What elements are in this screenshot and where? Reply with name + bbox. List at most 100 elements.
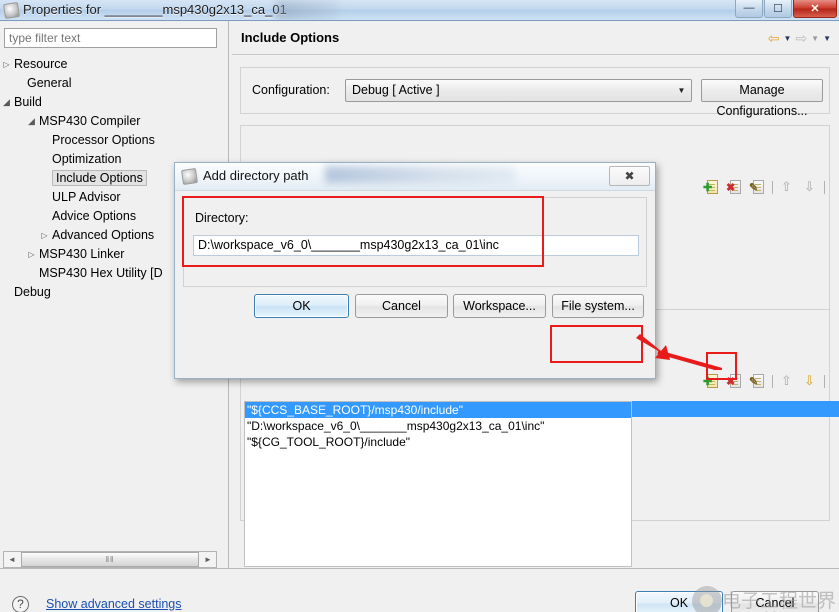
delete-icon[interactable]: ✖ — [726, 372, 744, 390]
sidebar-item-label: Debug — [14, 285, 51, 299]
tree-expanded-arrow-icon[interactable] — [26, 112, 37, 131]
cancel-button[interactable]: Cancel — [731, 591, 819, 612]
minimize-icon: — — [743, 2, 755, 14]
sidebar-item-label: Optimization — [52, 152, 122, 166]
configuration-row: Configuration: Debug [ Active ] ▼ Manage… — [240, 67, 830, 118]
add-icon[interactable]: ✚ — [703, 178, 721, 196]
add-icon-badge: ✚ — [703, 182, 713, 194]
move-up-icon[interactable]: ⇧ — [778, 372, 796, 390]
titlebar-blurred-region — [276, 1, 338, 20]
annotation-arrow — [636, 334, 722, 370]
back-arrow-icon[interactable]: ⇦ — [768, 30, 780, 46]
workspace-button[interactable]: Workspace... — [453, 294, 546, 318]
tree-collapsed-arrow-icon[interactable] — [26, 245, 37, 264]
sidebar-item-general[interactable]: General — [0, 74, 228, 93]
edit-icon-badge: ✎ — [749, 182, 759, 194]
toolbar-separator — [772, 180, 773, 194]
add-icon-badge: ✚ — [703, 376, 713, 388]
footer-divider — [0, 568, 839, 569]
maximize-icon: ☐ — [773, 3, 783, 15]
configuration-value: Debug [ Active ] — [352, 83, 440, 97]
directory-input[interactable]: D:\workspace_v6_0\_______msp430g2x13_ca_… — [193, 235, 639, 256]
page-header: Include Options ⇦ ▼ ⇨ ▼ ▼ — [232, 25, 839, 55]
window-title: Properties for ________msp430g2x13_ca_01 — [23, 2, 287, 17]
move-down-icon-glyph: ⇩ — [804, 179, 815, 194]
modal-ok-button[interactable]: OK — [254, 294, 349, 318]
modal-title: Add directory path — [203, 168, 309, 183]
include-path-row[interactable]: "${CG_TOOL_ROOT}/include" — [245, 434, 631, 450]
delete-icon[interactable]: ✖ — [726, 178, 744, 196]
tree-collapsed-arrow-icon[interactable] — [1, 55, 12, 74]
chevron-down-icon[interactable]: ▼ — [673, 81, 690, 100]
list-toolbar-upper: ✚ ✖ ✎ ⇧ ⇩ — [703, 178, 825, 196]
app-window: Properties for ________msp430g2x13_ca_01… — [0, 0, 839, 612]
scroll-left-icon[interactable]: ◄ — [4, 552, 20, 567]
file-system-button[interactable]: File system... — [552, 294, 644, 318]
minimize-button[interactable]: — — [735, 0, 763, 18]
move-up-icon-glyph: ⇧ — [781, 373, 792, 388]
sidebar-item-build[interactable]: Build — [0, 93, 228, 112]
sidebar-item-label: ULP Advisor — [52, 190, 121, 204]
move-up-icon[interactable]: ⇧ — [778, 178, 796, 196]
sidebar-item-label: Processor Options — [52, 133, 155, 147]
include-path-row[interactable]: "D:\workspace_v6_0\_______msp430g2x13_ca… — [245, 418, 631, 434]
window-controls: — ☐ ✕ — [735, 0, 837, 18]
add-icon[interactable]: ✚ — [703, 372, 721, 390]
list-toolbar-lower: ✚ ✖ ✎ ⇧ ⇩ — [703, 372, 825, 390]
maximize-button[interactable]: ☐ — [764, 0, 792, 18]
modal-button-row: OK Cancel Workspace... File system... — [175, 294, 655, 324]
back-dropdown-caret-icon[interactable]: ▼ — [784, 34, 792, 43]
directory-label: Directory: — [195, 211, 249, 225]
delete-icon-badge: ✖ — [726, 376, 736, 388]
sidebar-item-msp430-compiler[interactable]: MSP430 Compiler — [0, 112, 228, 131]
modal-titlebar-blurred-region — [325, 166, 515, 183]
configuration-select[interactable]: Debug [ Active ] ▼ — [345, 79, 692, 102]
toolbar-separator — [772, 374, 773, 388]
modal-titlebar: Add directory path ✖ — [175, 163, 655, 191]
sidebar-item-label: Include Options — [52, 170, 147, 186]
tree-expanded-arrow-icon[interactable] — [1, 93, 12, 112]
manage-configurations-button[interactable]: Manage Configurations... — [701, 79, 823, 118]
move-down-icon[interactable]: ⇩ — [801, 372, 819, 390]
sidebar-item-label: Advanced Options — [52, 228, 155, 242]
include-path-row[interactable]: "${CCS_BASE_ROOT}/msp430/include" — [245, 402, 631, 418]
ok-button[interactable]: OK — [635, 591, 723, 612]
app-icon — [3, 2, 20, 19]
toolbar-separator — [824, 374, 825, 388]
toolbar-separator — [824, 180, 825, 194]
sidebar-item-label: Advice Options — [52, 209, 137, 223]
sidebar-horizontal-scrollbar[interactable]: ◄ ‖‖ ► — [3, 551, 217, 568]
modal-app-icon — [181, 168, 198, 185]
modal-close-button[interactable]: ✖ — [609, 166, 650, 186]
delete-icon-badge: ✖ — [726, 182, 736, 194]
modal-cancel-button[interactable]: Cancel — [355, 294, 448, 318]
sidebar-item-label: MSP430 Compiler — [39, 114, 141, 128]
help-icon[interactable]: ? — [12, 596, 29, 612]
page-nav: ⇦ ▼ ⇨ ▼ ▼ — [768, 30, 831, 46]
forward-dropdown-caret-icon: ▼ — [811, 33, 820, 43]
include-paths-list[interactable]: "${CCS_BASE_ROOT}/msp430/include" "D:\wor… — [244, 401, 632, 567]
move-down-icon[interactable]: ⇩ — [801, 178, 819, 196]
show-advanced-settings-link[interactable]: Show advanced settings — [46, 597, 182, 611]
tree-collapsed-arrow-icon[interactable] — [39, 226, 50, 245]
filter-input[interactable] — [4, 28, 217, 48]
window-titlebar: Properties for ________msp430g2x13_ca_01… — [0, 0, 839, 21]
scrollbar-thumb[interactable]: ‖‖ — [21, 552, 199, 567]
close-button[interactable]: ✕ — [793, 0, 837, 18]
sidebar-item-processor-options[interactable]: Processor Options — [0, 131, 228, 150]
close-icon: ✕ — [810, 3, 820, 15]
forward-arrow-icon: ⇨ — [795, 30, 808, 46]
sidebar-item-label: General — [27, 76, 72, 90]
scroll-right-icon[interactable]: ► — [200, 552, 216, 567]
sidebar-item-label: MSP430 Linker — [39, 247, 125, 261]
sidebar-item-label: Resource — [14, 57, 68, 71]
edit-icon[interactable]: ✎ — [749, 372, 767, 390]
sidebar-item-label: MSP430 Hex Utility [D — [39, 266, 163, 280]
move-down-icon-glyph: ⇩ — [804, 373, 815, 388]
page-title: Include Options — [241, 30, 340, 45]
sidebar-item-label: Build — [14, 95, 42, 109]
directory-group: Directory: D:\workspace_v6_0\_______msp4… — [183, 197, 647, 287]
page-menu-caret-icon[interactable]: ▼ — [823, 34, 831, 43]
sidebar-item-resource[interactable]: Resource — [0, 55, 228, 74]
edit-icon[interactable]: ✎ — [749, 178, 767, 196]
